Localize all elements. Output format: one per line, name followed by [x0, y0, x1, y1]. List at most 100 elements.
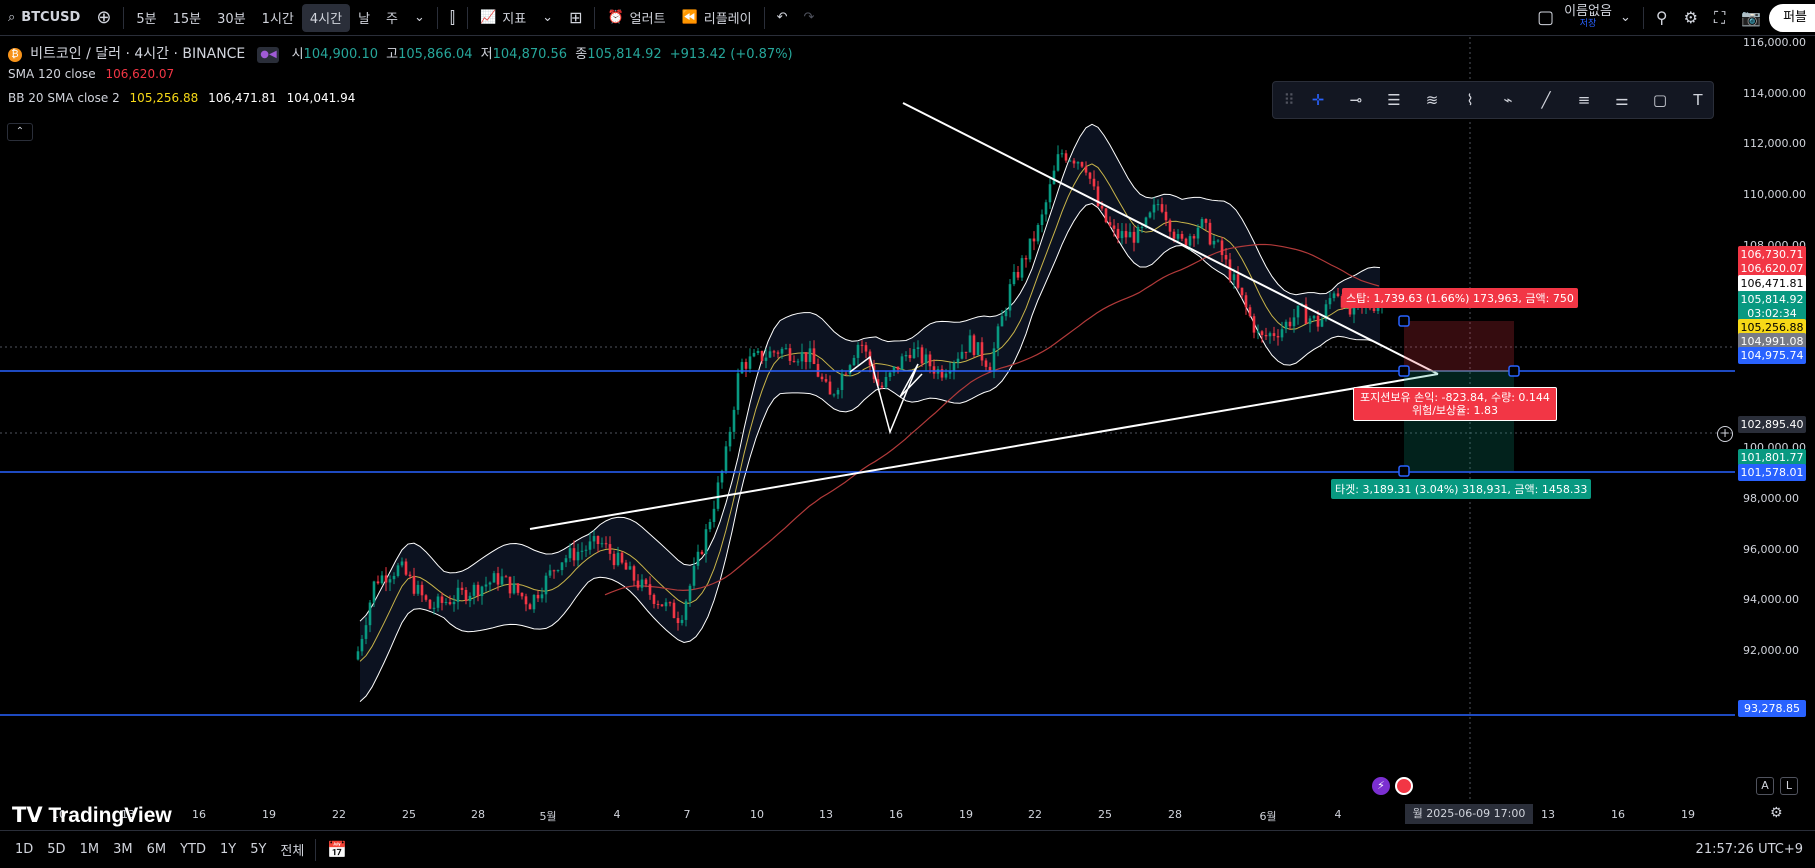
sma-value: 106,620.07 [105, 67, 175, 81]
indicators-button[interactable]: 📈 지표 ⌄ [472, 0, 561, 36]
price-tag: 106,471.81 [1738, 275, 1806, 292]
add-level-icon[interactable]: + [1717, 426, 1733, 442]
bb-fill [360, 124, 1380, 702]
crosshair-icon[interactable]: ✛ [1303, 91, 1333, 109]
range-1d[interactable]: 1D [8, 842, 40, 857]
screenshot-button[interactable]: 📷 [1733, 0, 1769, 36]
drag-handle-icon[interactable]: ⠿ [1283, 91, 1295, 109]
candle-body [604, 543, 608, 545]
auto-scale-button[interactable]: A [1756, 777, 1774, 795]
redo-button[interactable]: ↷ [795, 0, 822, 36]
undo-icon: ↶ [776, 10, 788, 25]
candle-body [952, 362, 956, 372]
candle-body [484, 584, 488, 587]
range-3m[interactable]: 3M [106, 842, 140, 857]
fullscreen-button[interactable]: ⛶ [1706, 0, 1733, 36]
date-range-button[interactable]: 📅 [320, 840, 354, 859]
horizontal-lines-icon[interactable]: ☰ [1379, 91, 1409, 109]
compare-symbol-button[interactable]: ⊕ [88, 0, 119, 36]
range-all[interactable]: 전체 [273, 840, 311, 859]
candle-body [856, 344, 860, 358]
interval-4h[interactable]: 4시간 [301, 3, 351, 32]
bb-legend[interactable]: BB 20 SMA close 2 105,256.88 106,471.81 … [8, 91, 355, 105]
candle-body [828, 381, 832, 395]
horizontal-ray-icon[interactable]: ⊸ [1341, 91, 1371, 109]
take-profit-label[interactable]: 타겟: 3,189.31 (3.04%) 318,931, 금액: 1458.3… [1331, 479, 1592, 499]
price-tag: 101,578.01 [1738, 464, 1806, 481]
interval-5m[interactable]: 5분 [128, 0, 164, 36]
pattern-icon[interactable]: ≋ [1417, 91, 1447, 109]
chevron-up-icon: ⌃ [15, 126, 25, 137]
quick-search-button[interactable]: ⚲ [1648, 0, 1676, 36]
indicators-icon: 📈 [480, 10, 497, 25]
candle-body [480, 586, 484, 597]
chart-type-button[interactable]: ⫿ [442, 0, 463, 36]
interval-1h[interactable]: 1시간 [254, 0, 302, 36]
candle-body [1336, 293, 1340, 297]
candle-body [444, 602, 448, 604]
time-axis-label: 4 [1334, 808, 1342, 821]
candle-body [932, 366, 936, 374]
interval-day[interactable]: 날 [350, 0, 378, 36]
candle-body [748, 356, 752, 369]
time-axis-label: 16 [889, 808, 903, 821]
layout-button[interactable]: ▢ 이름없음 저장 ⌄ [1529, 0, 1639, 36]
symbol-name: BTCUSD [21, 10, 81, 25]
candle-body [840, 373, 844, 390]
candle-body [552, 570, 556, 572]
candle-body [1132, 231, 1136, 243]
publish-button[interactable]: 퍼블 [1769, 3, 1815, 32]
stop-loss-label[interactable]: 스탑: 1,739.63 (1.66%) 173,963, 금액: 750 [1342, 288, 1578, 308]
candle-body [1200, 219, 1204, 228]
candle-body [1180, 233, 1184, 239]
rectangle-icon[interactable]: ▢ [1645, 91, 1675, 109]
interval-15m[interactable]: 15분 [165, 0, 210, 36]
range-1m[interactable]: 1M [73, 842, 107, 857]
candle-body [464, 589, 468, 602]
legend-collapse-button[interactable]: ⌃ [7, 123, 33, 141]
templates-button[interactable]: ⊞ [561, 0, 590, 36]
undo-button[interactable]: ↶ [769, 0, 796, 36]
text-icon[interactable]: T [1683, 91, 1713, 109]
settings-button[interactable]: ⚙ [1676, 0, 1706, 36]
price-axis-label: 112,000.00 [1743, 137, 1806, 151]
symbol-search[interactable]: ⌕ BTCUSD [0, 0, 88, 36]
range-5d[interactable]: 5D [40, 842, 72, 857]
replay-button[interactable]: ⏪ 리플레이 [674, 0, 760, 36]
channel-icon[interactable]: ≡ [1569, 91, 1599, 109]
interval-30m[interactable]: 30분 [209, 0, 254, 36]
candle-body [1100, 205, 1104, 209]
candle-body [1232, 274, 1236, 281]
range-1y[interactable]: 1Y [213, 842, 243, 857]
tradingview-logo[interactable]: 𝗧𝗩 TradingView [12, 803, 172, 828]
candle-body [356, 651, 360, 660]
candle-body [1056, 154, 1060, 171]
interval-week[interactable]: 주 [378, 0, 406, 36]
divider [436, 6, 438, 29]
time-axis-settings-icon[interactable]: ⚙ [1770, 805, 1783, 821]
alert-button[interactable]: ⏰ 얼러트 [599, 0, 673, 36]
trend-line-icon[interactable]: ╱ [1531, 91, 1561, 109]
fib-icon[interactable]: ⚌ [1607, 91, 1637, 109]
candle-body [1272, 333, 1276, 336]
sma-legend[interactable]: SMA 120 close 106,620.07 [8, 67, 174, 81]
range-6m[interactable]: 6M [140, 842, 174, 857]
chart-pane[interactable]: ₿ 비트코인 / 달러 · 4시간 · BINANCE ●◀ 시104,900.… [0, 36, 1815, 829]
log-scale-button[interactable]: L [1780, 777, 1798, 795]
range-ytd[interactable]: YTD [173, 842, 213, 857]
elliott-wave-icon[interactable]: ⌇ [1455, 91, 1485, 109]
sma-label: SMA 120 close [8, 67, 96, 81]
clock[interactable]: 21:57:26 UTC+9 [1689, 842, 1815, 857]
abc-wave-icon[interactable]: ⌁ [1493, 91, 1523, 109]
event-us-flag-icon[interactable] [1395, 777, 1413, 795]
position-pnl-label[interactable]: 포지션보유 손익: -823.84, 수량: 0.144 위험/보상율: 1.8… [1353, 387, 1557, 421]
price-chart[interactable] [0, 37, 1815, 829]
interval-dropdown[interactable]: ⌄ [406, 0, 433, 36]
candle-body [644, 579, 648, 585]
candle-body [1208, 222, 1212, 245]
legend-title: 비트코인 / 달러 · 4시간 · BINANCE [30, 46, 246, 62]
event-lightning-icon[interactable]: ⚡ [1372, 777, 1390, 795]
range-5y[interactable]: 5Y [243, 842, 273, 857]
candle-body [360, 638, 364, 652]
candle-body [376, 581, 380, 584]
